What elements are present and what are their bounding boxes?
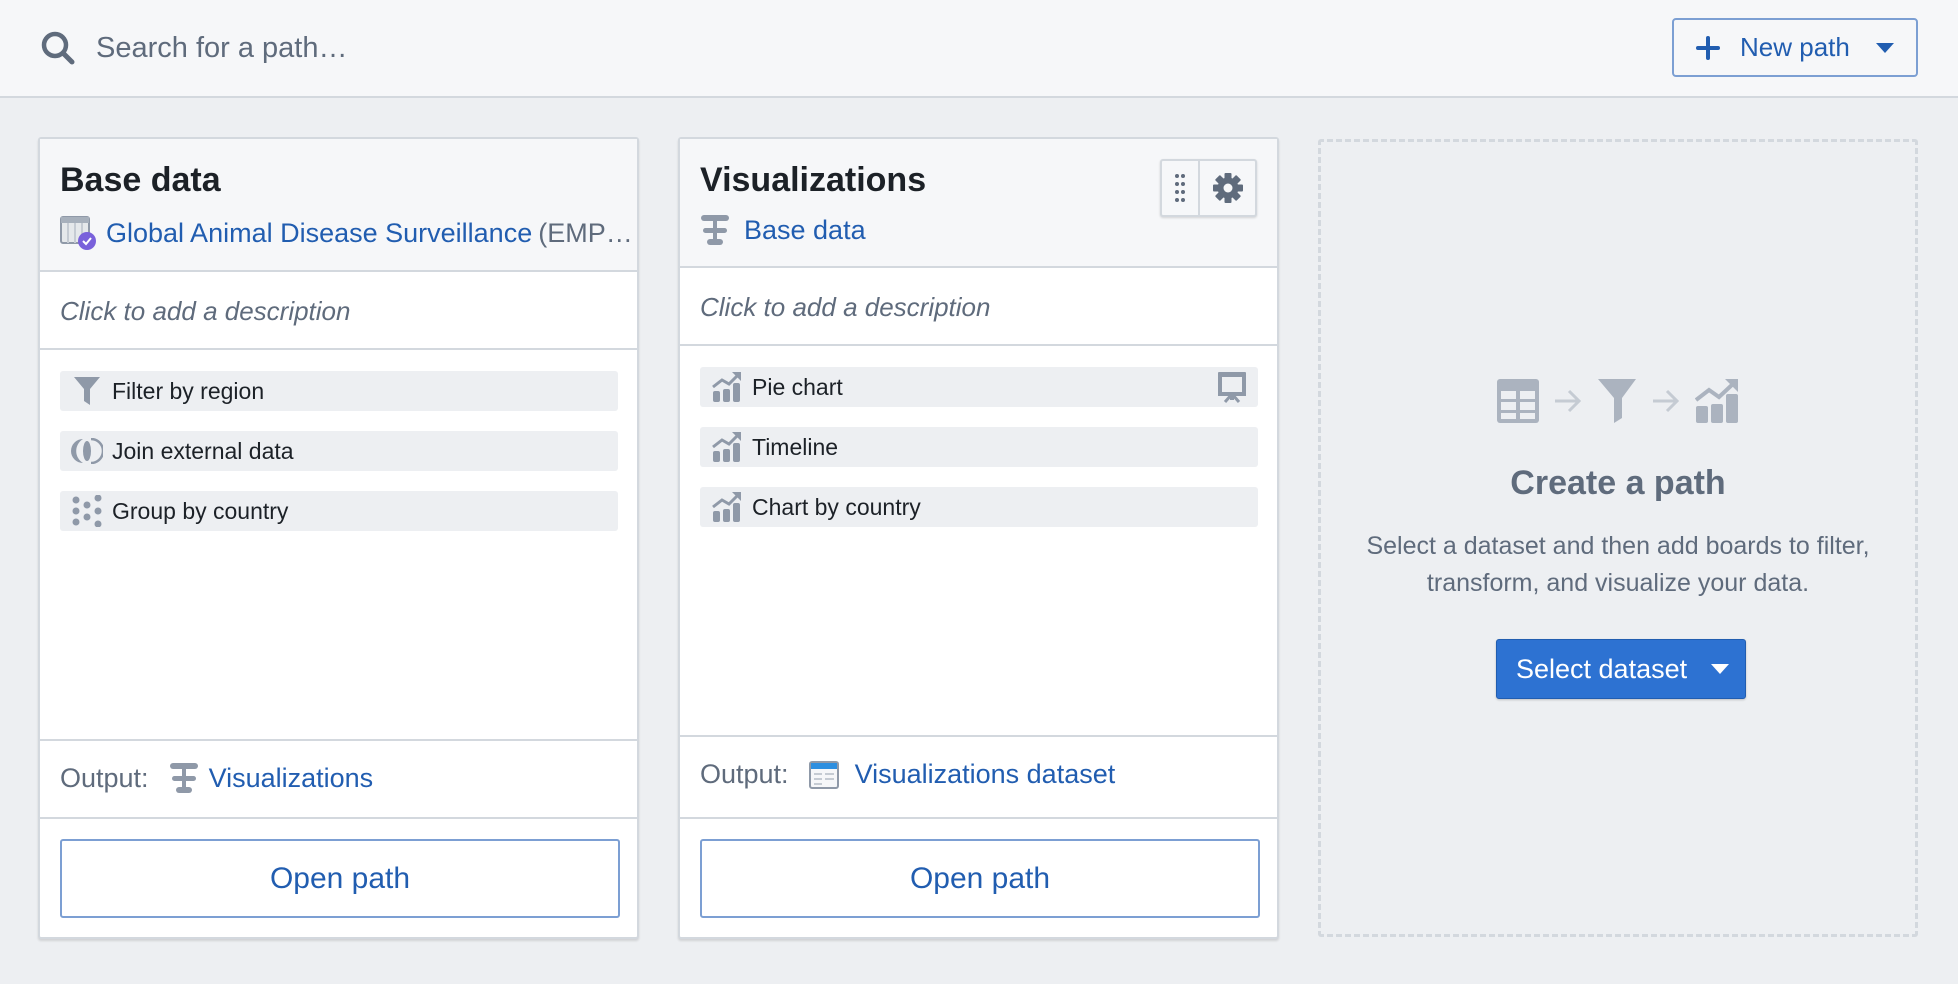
caret-down-icon — [1711, 664, 1730, 674]
board-label: Timeline — [752, 433, 839, 460]
filter-icon — [1598, 379, 1636, 423]
output-label: Output: — [60, 762, 149, 793]
table-icon — [1497, 379, 1539, 423]
output-link[interactable]: Visualizations dataset — [855, 759, 1116, 790]
divider — [40, 348, 637, 350]
join-icon — [70, 434, 104, 468]
source-dataset-link[interactable]: Global Animal Disease Surveillance — [106, 218, 532, 249]
select-dataset-button[interactable]: Select dataset — [1496, 639, 1746, 699]
board-label: Pie chart — [752, 373, 843, 400]
divider — [680, 735, 1277, 737]
card-title: Visualizations — [700, 161, 927, 199]
path-icon — [169, 763, 198, 793]
drag-handle-icon[interactable] — [1162, 161, 1200, 215]
chart-icon — [710, 430, 744, 464]
board-item[interactable]: Group by country — [60, 491, 618, 531]
divider — [40, 817, 637, 819]
new-path-label: New path — [1740, 32, 1850, 62]
path-card-visualizations: Visualizations Base data Click to add a … — [678, 137, 1279, 939]
card-header: Visualizations Base data — [680, 139, 1277, 268]
board-label: Chart by country — [752, 493, 921, 520]
board-item[interactable]: Join external data — [60, 431, 618, 471]
chart-icon — [710, 490, 744, 524]
board-label: Filter by region — [112, 377, 265, 404]
card-header: Base data Global Animal Disease Surveill… — [40, 139, 637, 272]
card-output: Output: Visualizations — [60, 761, 373, 795]
board-label: Group by country — [112, 497, 289, 524]
output-label: Output: — [700, 759, 789, 789]
card-title: Base data — [60, 161, 221, 199]
card-description[interactable]: Click to add a description — [60, 296, 350, 327]
top-bar: New path — [0, 0, 1958, 98]
arrow-right-icon — [1555, 389, 1582, 413]
search-input[interactable] — [96, 22, 896, 74]
group-objects-icon — [70, 494, 104, 528]
new-path-button[interactable]: New path — [1672, 18, 1918, 77]
source-dataset-suffix: (EMP… — [538, 217, 633, 248]
dataset-icon — [808, 760, 839, 789]
open-path-button[interactable]: Open path — [700, 839, 1260, 918]
arrow-right-icon — [1653, 389, 1680, 413]
presentation-icon[interactable] — [1216, 371, 1248, 403]
chart-icon — [1695, 379, 1738, 423]
path-icon — [701, 215, 729, 245]
card-source: Global Animal Disease Surveillance (EMP… — [60, 215, 633, 251]
board-item[interactable]: Pie chart — [700, 367, 1258, 407]
card-source: Base data — [700, 213, 866, 247]
search-icon — [41, 31, 75, 65]
open-path-button[interactable]: Open path — [60, 839, 620, 918]
create-path-title: Create a path — [1510, 464, 1726, 502]
gear-icon[interactable] — [1200, 161, 1255, 215]
chart-icon — [710, 370, 744, 404]
board-label: Join external data — [112, 437, 294, 464]
path-card-base-data: Base data Global Animal Disease Surveill… — [38, 137, 639, 939]
filter-icon — [70, 374, 104, 408]
caret-down-icon — [1875, 42, 1894, 53]
select-dataset-label: Select dataset — [1516, 653, 1688, 684]
create-path-panel: Create a path Select a dataset and then … — [1318, 139, 1918, 937]
board-item[interactable]: Timeline — [700, 427, 1258, 467]
board-item[interactable]: Filter by region — [60, 371, 618, 411]
dataset-verified-icon — [60, 216, 96, 250]
output-link[interactable]: Visualizations — [209, 763, 374, 794]
source-path-link[interactable]: Base data — [744, 215, 866, 246]
plus-icon — [1696, 35, 1720, 60]
card-description[interactable]: Click to add a description — [700, 292, 990, 323]
create-path-description: Select a dataset and then add boards to … — [1366, 532, 1870, 597]
path-flow-illustration — [1321, 378, 1915, 424]
card-actions — [1160, 159, 1257, 217]
divider — [680, 817, 1277, 819]
card-output: Output: Visualizations dataset — [700, 759, 1115, 790]
divider — [680, 344, 1277, 346]
board-item[interactable]: Chart by country — [700, 487, 1258, 527]
divider — [40, 739, 637, 741]
